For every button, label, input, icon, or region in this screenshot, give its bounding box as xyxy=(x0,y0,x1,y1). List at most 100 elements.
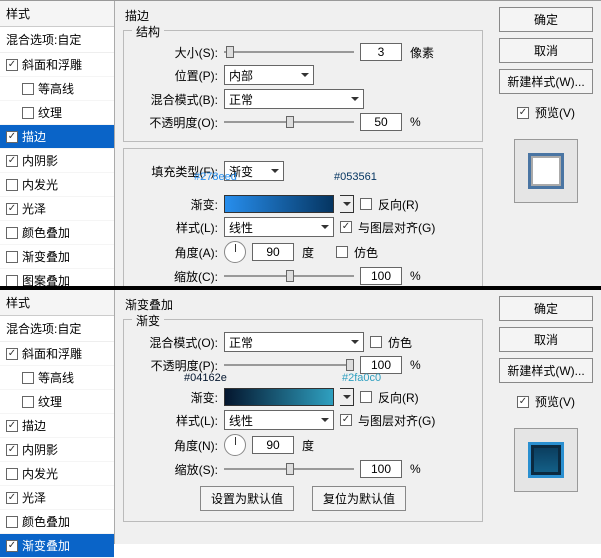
style-label: 斜面和浮雕 xyxy=(22,345,82,362)
checkbox-icon[interactable] xyxy=(6,492,18,504)
label-gradient: 渐变: xyxy=(134,196,218,213)
style-label: 渐变叠加 xyxy=(22,537,70,554)
checkbox-preview[interactable] xyxy=(517,396,529,408)
select-style[interactable]: 线性 xyxy=(224,217,334,237)
input-opacity[interactable] xyxy=(360,113,402,131)
label-size: 大小(S): xyxy=(134,44,218,61)
label-style: 样式(L): xyxy=(134,219,218,236)
checkbox-align[interactable] xyxy=(340,221,352,233)
angle-dial[interactable] xyxy=(224,241,246,263)
style-item-contour[interactable]: 等高线 xyxy=(0,77,114,101)
slider-scale[interactable] xyxy=(224,269,354,283)
section-title: 描边 xyxy=(123,5,483,24)
checkbox-icon[interactable] xyxy=(6,348,18,360)
input-angle[interactable] xyxy=(252,436,294,454)
checkbox-icon[interactable] xyxy=(6,468,18,480)
label-reverse: 反向(R) xyxy=(378,196,419,213)
slider-opacity[interactable] xyxy=(224,115,354,129)
unit-percent: % xyxy=(410,462,421,476)
cancel-button[interactable]: 取消 xyxy=(499,38,593,63)
checkbox-icon[interactable] xyxy=(6,203,18,215)
reset-default-button[interactable]: 复位为默认值 xyxy=(312,486,406,511)
style-item-inner-glow[interactable]: 内发光 xyxy=(0,173,114,197)
style-item-bevel[interactable]: 斜面和浮雕 xyxy=(0,342,114,366)
checkbox-icon[interactable] xyxy=(6,540,18,552)
cancel-button[interactable]: 取消 xyxy=(499,327,593,352)
style-item-inner-glow[interactable]: 内发光 xyxy=(0,462,114,486)
style-item-inner-shadow[interactable]: 内阴影 xyxy=(0,438,114,462)
ok-button[interactable]: 确定 xyxy=(499,296,593,321)
annotation-grad-right: #053561 xyxy=(334,171,377,183)
style-item-color-overlay[interactable]: 颜色叠加 xyxy=(0,510,114,534)
checkbox-dither[interactable] xyxy=(336,246,348,258)
input-size[interactable] xyxy=(360,43,402,61)
unit-percent: % xyxy=(410,269,421,283)
angle-dial[interactable] xyxy=(224,434,246,456)
gradient-dropdown-icon[interactable] xyxy=(340,388,354,406)
styles-panel-title: 样式 xyxy=(0,1,114,27)
checkbox-icon[interactable] xyxy=(22,372,34,384)
select-blend-mode[interactable]: 正常 xyxy=(224,332,364,352)
checkbox-icon[interactable] xyxy=(6,275,18,287)
checkbox-icon[interactable] xyxy=(6,131,18,143)
style-item-satin[interactable]: 光泽 xyxy=(0,197,114,221)
label-blend-mode: 混合模式(B): xyxy=(134,91,218,108)
style-label: 颜色叠加 xyxy=(22,513,70,530)
label-scale: 缩放(S): xyxy=(134,461,218,478)
checkbox-icon[interactable] xyxy=(6,251,18,263)
label-dither: 仿色 xyxy=(354,244,378,261)
gradient-dropdown-icon[interactable] xyxy=(340,195,354,213)
checkbox-icon[interactable] xyxy=(6,444,18,456)
blend-options-row[interactable]: 混合选项:自定 xyxy=(0,316,114,342)
style-label: 描边 xyxy=(22,417,46,434)
slider-scale[interactable] xyxy=(224,462,354,476)
label-opacity: 不透明度(O): xyxy=(134,114,218,131)
slider-opacity[interactable] xyxy=(224,358,354,372)
slider-size[interactable] xyxy=(224,45,354,59)
gradient-preview[interactable] xyxy=(224,388,334,406)
gradient-preview[interactable] xyxy=(224,195,334,213)
checkbox-dither[interactable] xyxy=(370,336,382,348)
checkbox-icon[interactable] xyxy=(22,107,34,119)
input-angle[interactable] xyxy=(252,243,294,261)
style-item-gradient-overlay[interactable]: 渐变叠加 xyxy=(0,245,114,269)
group-title: 渐变 xyxy=(132,312,164,329)
checkbox-icon[interactable] xyxy=(6,227,18,239)
select-style[interactable]: 线性 xyxy=(224,410,334,430)
set-default-button[interactable]: 设置为默认值 xyxy=(200,486,294,511)
checkbox-icon[interactable] xyxy=(6,420,18,432)
style-item-stroke[interactable]: 描边 xyxy=(0,414,114,438)
ok-button[interactable]: 确定 xyxy=(499,7,593,32)
style-item-color-overlay[interactable]: 颜色叠加 xyxy=(0,221,114,245)
checkbox-icon[interactable] xyxy=(22,83,34,95)
style-item-bevel[interactable]: 斜面和浮雕 xyxy=(0,53,114,77)
style-item-contour[interactable]: 等高线 xyxy=(0,366,114,390)
label-angle: 角度(A): xyxy=(134,244,218,261)
checkbox-align[interactable] xyxy=(340,414,352,426)
checkbox-reverse[interactable] xyxy=(360,198,372,210)
style-item-texture[interactable]: 纹理 xyxy=(0,101,114,125)
style-label: 内发光 xyxy=(22,176,58,193)
checkbox-reverse[interactable] xyxy=(360,391,372,403)
style-item-inner-shadow[interactable]: 内阴影 xyxy=(0,149,114,173)
input-scale[interactable] xyxy=(360,267,402,285)
checkbox-icon[interactable] xyxy=(6,59,18,71)
style-item-gradient-overlay[interactable]: 渐变叠加 xyxy=(0,534,114,558)
style-item-satin[interactable]: 光泽 xyxy=(0,486,114,510)
select-blend-mode[interactable]: 正常 xyxy=(224,89,364,109)
checkbox-icon[interactable] xyxy=(22,396,34,408)
blend-options-row[interactable]: 混合选项:自定 xyxy=(0,27,114,53)
checkbox-icon[interactable] xyxy=(6,155,18,167)
input-scale[interactable] xyxy=(360,460,402,478)
new-style-button[interactable]: 新建样式(W)... xyxy=(499,69,593,94)
checkbox-icon[interactable] xyxy=(6,516,18,528)
label-style: 样式(L): xyxy=(134,412,218,429)
new-style-button[interactable]: 新建样式(W)... xyxy=(499,358,593,383)
preview-swatch xyxy=(514,139,578,203)
style-item-stroke[interactable]: 描边 xyxy=(0,125,114,149)
checkbox-icon[interactable] xyxy=(6,179,18,191)
label-gradient: 渐变: xyxy=(134,389,218,406)
style-item-texture[interactable]: 纹理 xyxy=(0,390,114,414)
checkbox-preview[interactable] xyxy=(517,107,529,119)
select-position[interactable]: 内部 xyxy=(224,65,314,85)
